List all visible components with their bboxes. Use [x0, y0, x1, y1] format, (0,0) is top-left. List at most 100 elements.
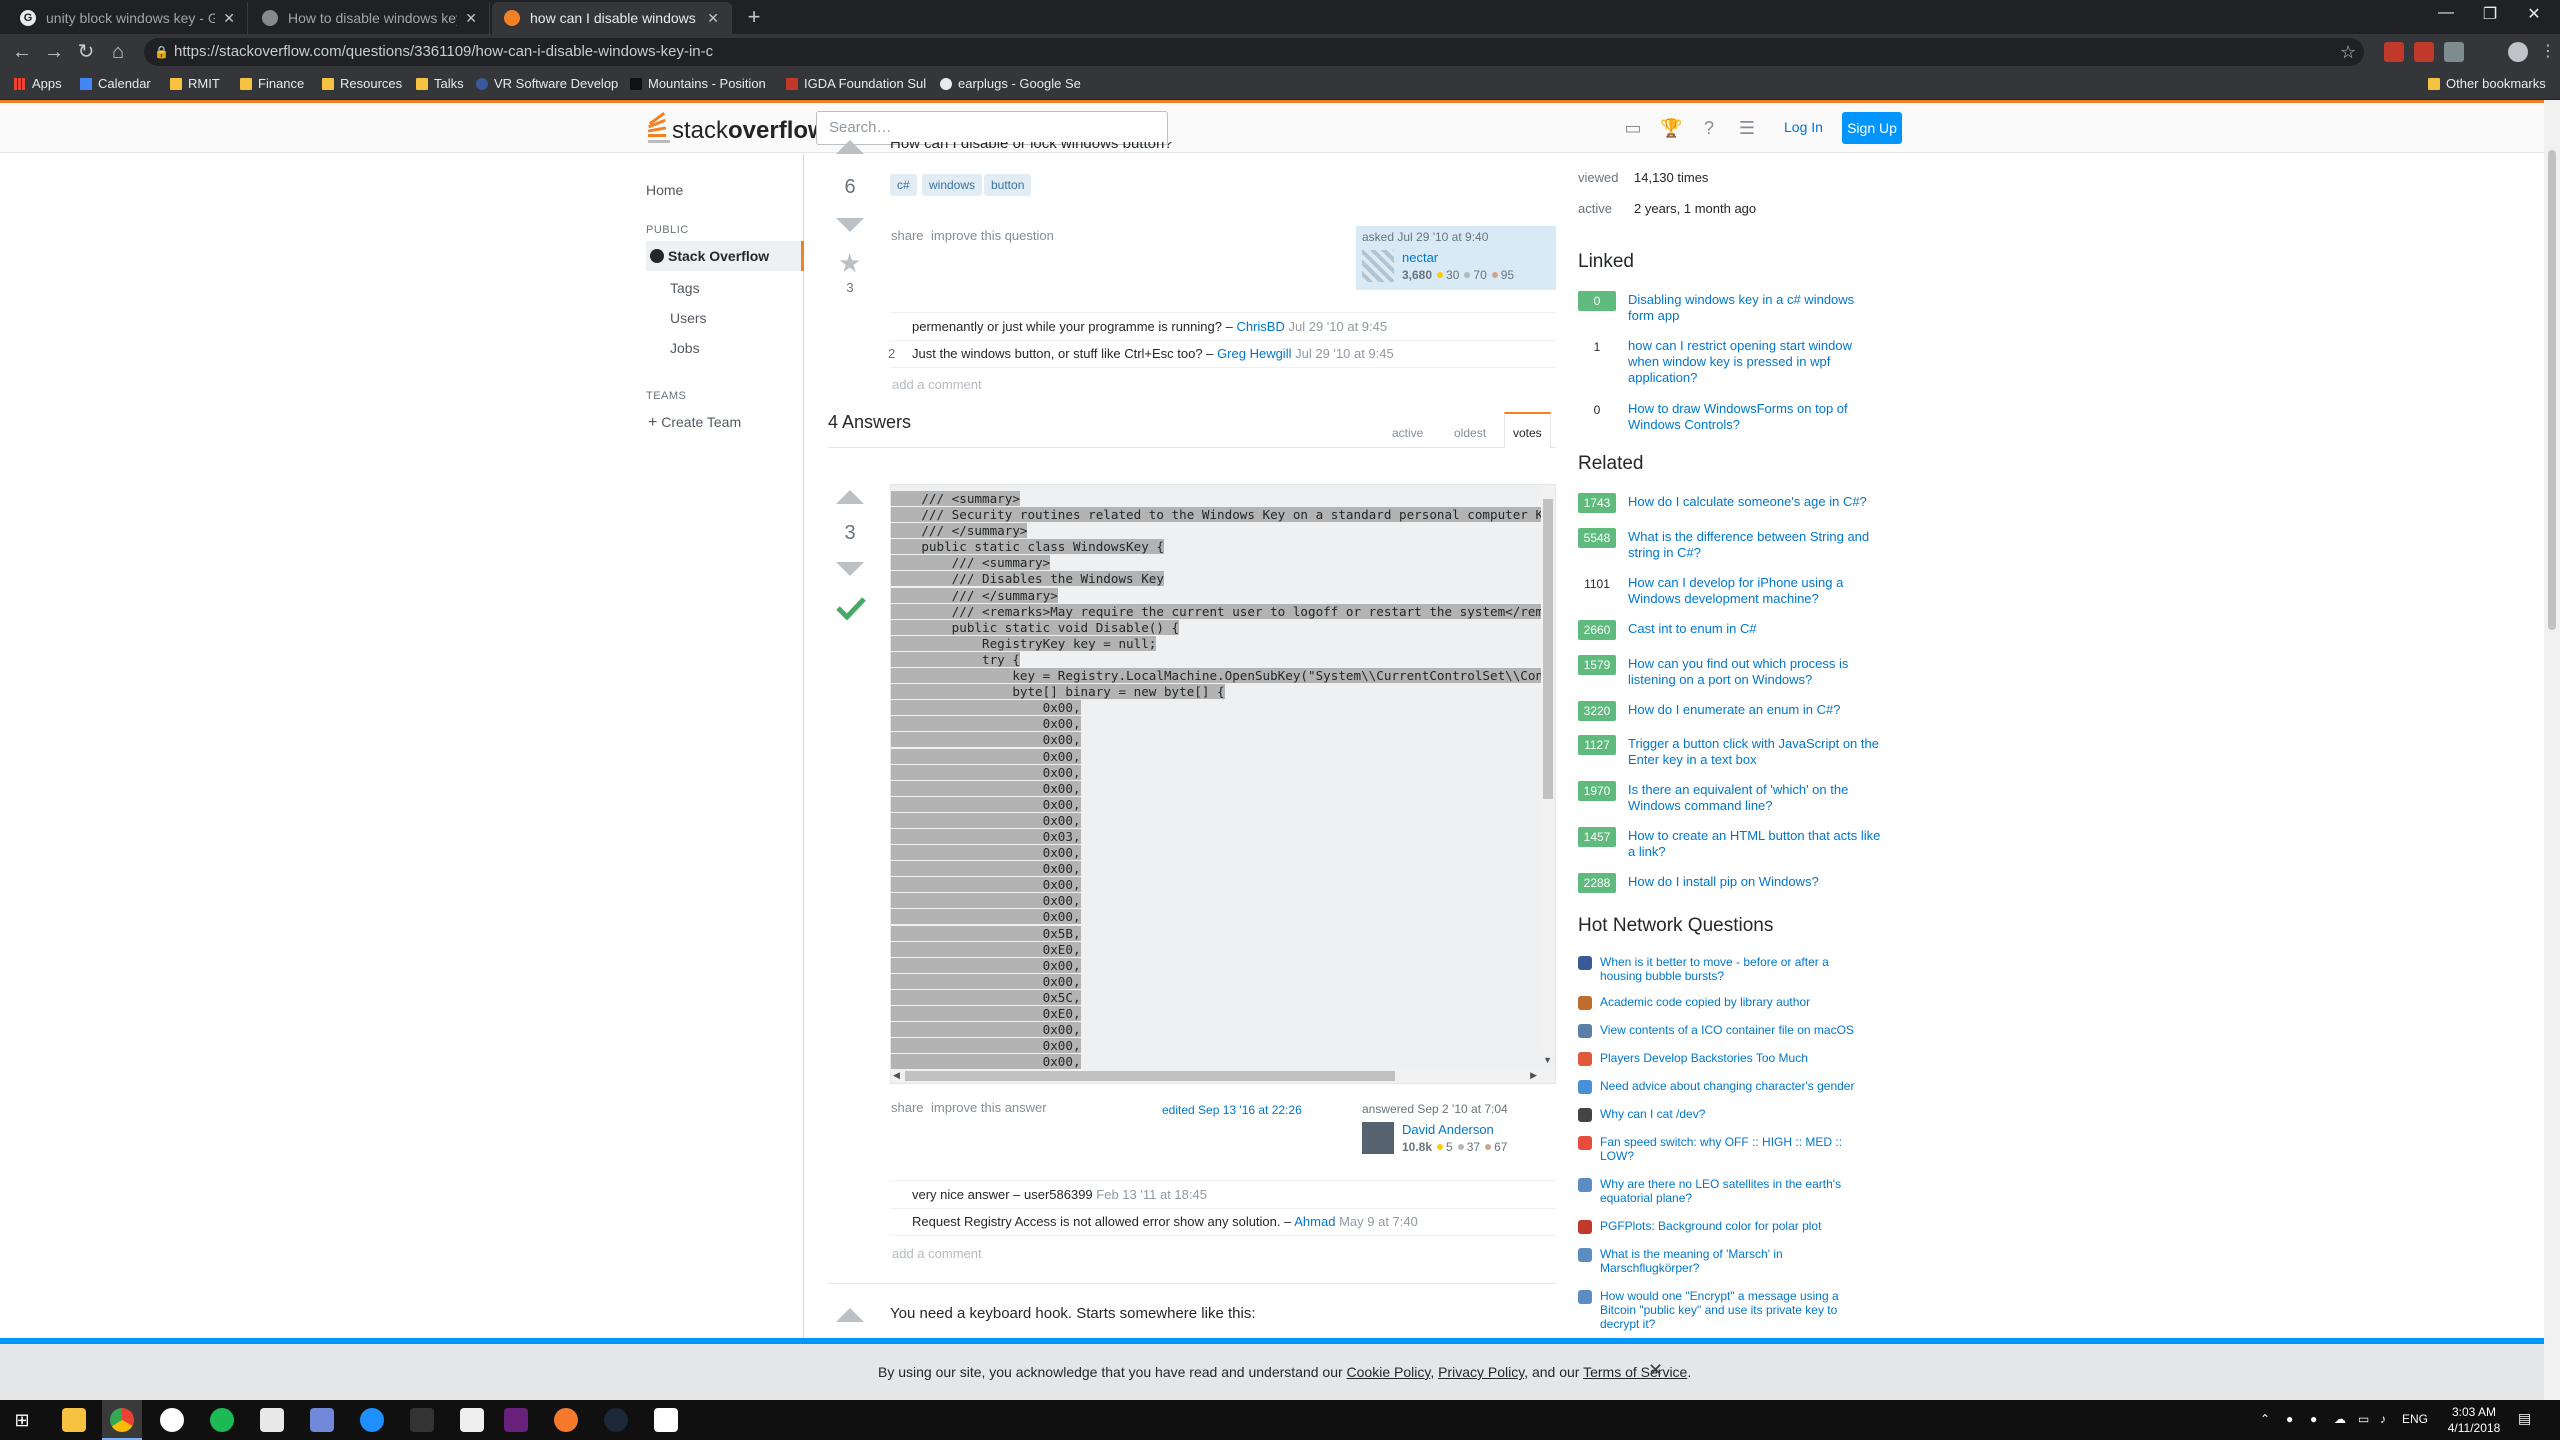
scroll-right-icon[interactable]: ▶: [1530, 1070, 1537, 1081]
edited-link[interactable]: edited Sep 13 '16 at 22:26: [1162, 1103, 1302, 1117]
profile-avatar-icon[interactable]: [2508, 42, 2528, 62]
close-icon[interactable]: ✕: [465, 10, 477, 27]
related-link[interactable]: How do I enumerate an enum in C#?: [1628, 702, 1883, 718]
asker-name[interactable]: nectar: [1402, 250, 1438, 265]
sort-votes-tab[interactable]: votes: [1504, 412, 1551, 449]
close-icon[interactable]: ✕: [707, 10, 719, 27]
hnq-link[interactable]: PGFPlots: Background color for polar plo…: [1600, 1219, 1870, 1233]
privacy-policy-link[interactable]: Privacy Policy: [1438, 1364, 1524, 1380]
comment-user[interactable]: Ahmad: [1294, 1214, 1335, 1229]
tab-1[interactable]: G unity block windows key - Google ✕: [8, 2, 248, 34]
hnq-link[interactable]: How would one "Encrypt" a message using …: [1600, 1289, 1870, 1331]
tray-language[interactable]: ENG: [2402, 1412, 2428, 1426]
taskbar-clock[interactable]: 3:03 AM 4/11/2018: [2440, 1404, 2508, 1436]
hnq-link[interactable]: When is it better to move - before or af…: [1600, 955, 1870, 983]
new-tab-button[interactable]: +: [740, 4, 768, 32]
bookmark-resources[interactable]: Resources: [322, 76, 402, 91]
cookie-close-icon[interactable]: ✕: [1648, 1360, 1663, 1381]
discord-icon[interactable]: [310, 1408, 334, 1432]
app-icon[interactable]: [260, 1408, 284, 1432]
file-explorer-icon[interactable]: [62, 1408, 86, 1432]
bookmark-rmit[interactable]: RMIT: [170, 76, 220, 91]
scrollbar-thumb[interactable]: [2548, 150, 2556, 630]
answerer-avatar[interactable]: [1362, 1122, 1394, 1154]
restore-icon[interactable]: ❐: [2470, 4, 2510, 24]
nav-create-team[interactable]: + Create Team: [648, 414, 741, 432]
nav-users[interactable]: Users: [670, 310, 707, 326]
bookmark-other[interactable]: Other bookmarks: [2428, 76, 2546, 91]
back-icon[interactable]: ←: [10, 40, 34, 64]
hnq-link[interactable]: Need advice about changing character's g…: [1600, 1079, 1870, 1093]
extension-icon[interactable]: [2414, 42, 2434, 62]
help-icon[interactable]: ?: [1698, 117, 1720, 139]
answer-share-link[interactable]: share: [891, 1100, 924, 1115]
terms-link[interactable]: Terms of Service: [1583, 1364, 1687, 1380]
hnq-link[interactable]: Fan speed switch: why OFF :: HIGH :: MED…: [1600, 1135, 1870, 1163]
page-scrollbar[interactable]: [2544, 100, 2560, 1400]
signup-button[interactable]: Sign Up: [1842, 112, 1902, 144]
bookmark-apps[interactable]: Apps: [14, 76, 62, 91]
close-icon[interactable]: ✕: [223, 10, 235, 27]
forward-icon[interactable]: →: [42, 40, 66, 64]
bookmark-calendar[interactable]: Calendar: [80, 76, 151, 91]
app-icon[interactable]: [654, 1408, 678, 1432]
scrollbar-thumb[interactable]: [905, 1071, 1395, 1081]
achievements-trophy-icon[interactable]: 🏆: [1660, 117, 1682, 139]
question-share-link[interactable]: share: [891, 228, 924, 243]
answerer-name[interactable]: David Anderson: [1402, 1122, 1494, 1137]
question-improve-link[interactable]: improve this question: [931, 228, 1054, 243]
chrome-icon[interactable]: [110, 1408, 134, 1432]
steam-icon[interactable]: [604, 1408, 628, 1432]
hnq-link[interactable]: What is the meaning of 'Marsch' in Marsc…: [1600, 1247, 1870, 1275]
hnq-link[interactable]: Players Develop Backstories Too Much: [1600, 1051, 1870, 1065]
address-bar[interactable]: 🔒 https://stackoverflow.com/questions/33…: [144, 38, 2364, 66]
inbox-icon[interactable]: ▭: [1622, 117, 1644, 139]
linked-link[interactable]: how can I restrict opening start window …: [1628, 338, 1883, 386]
action-center-icon[interactable]: ▤: [2518, 1410, 2531, 1427]
related-link[interactable]: How do I calculate someone's age in C#?: [1628, 494, 1883, 510]
sort-active-tab[interactable]: active: [1392, 426, 1423, 440]
related-link[interactable]: Trigger a button click with JavaScript o…: [1628, 736, 1883, 768]
question-upvote-icon[interactable]: [836, 140, 864, 154]
bookmark-igda[interactable]: IGDA Foundation Sul: [786, 76, 926, 91]
tag-windows[interactable]: windows: [922, 174, 983, 196]
nav-tags[interactable]: Tags: [670, 280, 700, 296]
scroll-down-icon[interactable]: ▼: [1543, 1055, 1552, 1065]
scrollbar-thumb[interactable]: [1543, 499, 1553, 799]
media-player-icon[interactable]: [160, 1408, 184, 1432]
unity-icon[interactable]: [460, 1408, 484, 1432]
blender-icon[interactable]: [554, 1408, 578, 1432]
login-link[interactable]: Log In: [1784, 119, 1823, 135]
hnq-link[interactable]: Academic code copied by library author: [1600, 995, 1870, 1009]
hnq-link[interactable]: Why are there no LEO satellites in the e…: [1600, 1177, 1870, 1205]
nav-stack-overflow[interactable]: Stack Overflow: [646, 241, 804, 271]
extension-icon[interactable]: [2384, 42, 2404, 62]
favorite-star-icon[interactable]: ★: [838, 248, 861, 279]
site-switcher-icon[interactable]: ☰: [1736, 117, 1758, 139]
answer-improve-link[interactable]: improve this answer: [931, 1100, 1047, 1115]
tray-chevron-icon[interactable]: ⌃: [2260, 1412, 2270, 1426]
maps-icon[interactable]: [360, 1408, 384, 1432]
reload-icon[interactable]: ↻: [74, 40, 98, 64]
bookmark-earplugs[interactable]: earplugs - Google Se: [940, 76, 1081, 91]
code-vertical-scrollbar[interactable]: [1541, 485, 1555, 1055]
so-logo[interactable]: stack overflow: [646, 111, 827, 145]
cookie-policy-link[interactable]: Cookie Policy: [1347, 1364, 1431, 1380]
hnq-link[interactable]: Why can I cat /dev?: [1600, 1107, 1870, 1121]
bookmark-mountains[interactable]: Mountains - Position: [630, 76, 766, 91]
windows-start-icon[interactable]: ⊞: [10, 1408, 34, 1432]
comment-user[interactable]: Greg Hewgill: [1217, 346, 1291, 361]
tray-volume-icon[interactable]: ♪: [2380, 1412, 2386, 1426]
tray-discord-icon[interactable]: ●: [2310, 1412, 2317, 1426]
sort-oldest-tab[interactable]: oldest: [1454, 426, 1486, 440]
tag-button[interactable]: button: [984, 174, 1032, 196]
asker-avatar[interactable]: [1362, 250, 1394, 282]
visual-studio-icon[interactable]: [504, 1408, 528, 1432]
code-horizontal-scrollbar[interactable]: [891, 1069, 1555, 1083]
add-comment-link[interactable]: add a comment: [892, 377, 982, 392]
search-input[interactable]: Search…: [816, 111, 1168, 145]
related-link[interactable]: How can you find out which process is li…: [1628, 656, 1883, 688]
nav-home[interactable]: Home: [646, 182, 683, 198]
close-window-icon[interactable]: ✕: [2514, 4, 2554, 24]
home-icon[interactable]: ⌂: [106, 40, 130, 64]
